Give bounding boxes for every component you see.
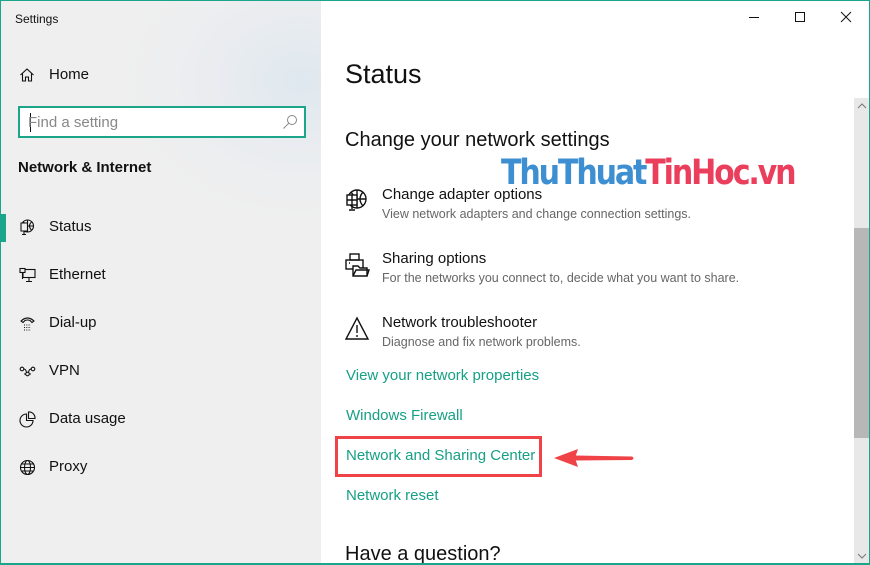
sidebar-item-vpn[interactable]: VPN xyxy=(1,353,321,389)
maximize-button[interactable] xyxy=(777,1,823,33)
option-troubleshooter[interactable]: Network troubleshooter Diagnose and fix … xyxy=(342,314,822,358)
ethernet-icon xyxy=(19,267,36,283)
highlight-box xyxy=(335,436,542,477)
sidebar: Settings Home Network & Internet Status xyxy=(1,1,321,563)
globe-monitor-icon xyxy=(346,189,367,211)
phone-icon xyxy=(20,317,35,331)
scroll-down-button[interactable] xyxy=(854,548,869,563)
minimize-button[interactable] xyxy=(731,1,777,33)
settings-window: Settings Home Network & Internet Status xyxy=(0,0,870,565)
vpn-icon xyxy=(19,366,36,377)
sidebar-item-label: Status xyxy=(49,218,92,235)
watermark-part2: TinHoc.vn xyxy=(645,153,796,193)
chevron-up-icon xyxy=(857,103,867,109)
sidebar-item-dial-up[interactable]: Dial-up xyxy=(1,305,321,341)
watermark: ThuThuatTinHoc.vn xyxy=(501,151,797,195)
sidebar-item-ethernet[interactable]: Ethernet xyxy=(1,257,321,293)
printer-folder-icon xyxy=(345,253,370,277)
window-controls xyxy=(731,1,869,33)
option-sharing[interactable]: Sharing options For the networks you con… xyxy=(342,250,822,294)
option-description: View network adapters and change connect… xyxy=(382,207,691,221)
option-title: Sharing options xyxy=(382,250,487,267)
globe-icon xyxy=(19,459,36,476)
chevron-down-icon xyxy=(857,553,867,559)
app-title: Settings xyxy=(15,12,59,26)
search-input[interactable] xyxy=(28,112,278,132)
sidebar-item-label: Proxy xyxy=(49,458,88,475)
option-title: Network troubleshooter xyxy=(382,314,538,331)
minimize-icon xyxy=(749,17,759,18)
question-heading: Have a question? xyxy=(345,543,501,565)
sidebar-item-label: Ethernet xyxy=(49,266,106,283)
home-icon xyxy=(20,68,34,82)
close-icon xyxy=(840,11,852,23)
sidebar-item-label: Data usage xyxy=(49,410,126,427)
globe-monitor-icon xyxy=(20,219,35,236)
section-title: Network & Internet xyxy=(18,159,152,176)
search-box[interactable] xyxy=(18,106,306,138)
warning-icon xyxy=(344,316,370,340)
home-label: Home xyxy=(49,66,90,83)
sidebar-item-status[interactable]: Status xyxy=(1,209,321,245)
sidebar-item-label: Dial-up xyxy=(49,314,97,331)
link-network-reset[interactable]: Network reset xyxy=(346,487,439,504)
pie-chart-icon xyxy=(19,411,36,428)
scrollbar-thumb[interactable] xyxy=(854,228,869,438)
scroll-up-button[interactable] xyxy=(854,98,869,114)
arrow-annotation-icon xyxy=(554,449,634,467)
close-button[interactable] xyxy=(823,1,869,33)
watermark-part1: ThuThuat xyxy=(501,153,647,193)
search-icon[interactable] xyxy=(282,114,298,130)
vertical-scrollbar[interactable] xyxy=(854,98,869,563)
page-title: Status xyxy=(345,59,422,89)
sidebar-item-proxy[interactable]: Proxy xyxy=(1,449,321,485)
link-windows-firewall[interactable]: Windows Firewall xyxy=(346,407,463,424)
sidebar-home[interactable]: Home xyxy=(1,59,321,91)
option-description: For the networks you connect to, decide … xyxy=(382,271,740,285)
link-view-network-properties[interactable]: View your network properties xyxy=(346,367,539,384)
sidebar-item-label: VPN xyxy=(49,362,80,379)
option-description: Diagnose and fix network problems. xyxy=(382,335,581,349)
section-heading: Change your network settings xyxy=(345,129,610,151)
main-content: Status Change your network settings Chan… xyxy=(322,1,854,565)
sidebar-item-data-usage[interactable]: Data usage xyxy=(1,401,321,437)
maximize-icon xyxy=(795,12,805,22)
